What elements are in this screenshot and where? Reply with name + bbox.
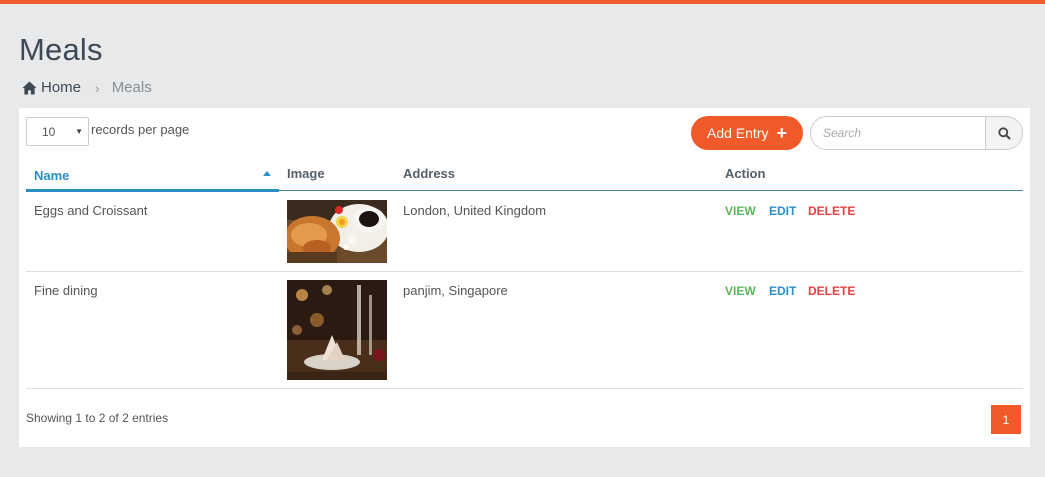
row-1-address: London, United Kingdom [403, 203, 547, 218]
row-1-name: Eggs and Croissant [34, 203, 148, 218]
home-icon [22, 80, 37, 95]
page-length-select[interactable]: 10 ▼ [26, 117, 89, 146]
sorted-column-indicator [26, 189, 279, 192]
row-2-delete-link[interactable]: DELETE [808, 284, 855, 298]
row-divider [26, 388, 1023, 389]
breadcrumb-separator-icon: › [95, 79, 100, 96]
page-length-label: records per page [91, 122, 190, 137]
search-button[interactable] [985, 117, 1022, 149]
search-icon [997, 126, 1011, 140]
page-length-value: 10 [42, 125, 56, 139]
breadcrumb-current: Meals [111, 79, 152, 96]
caret-down-icon: ▼ [75, 127, 83, 136]
search-input[interactable] [811, 117, 986, 149]
meals-table-panel: 10 ▼ records per page Add Entry + Name I… [19, 108, 1030, 447]
pagination-page-1[interactable]: 1 [991, 405, 1021, 434]
table-info: Showing 1 to 2 of 2 entries [26, 411, 169, 425]
add-entry-label: Add Entry [707, 125, 769, 141]
search-box [810, 116, 1023, 150]
row-2-address: panjim, Singapore [403, 283, 508, 298]
page-title: Meals [19, 32, 103, 67]
row-divider [26, 271, 1023, 272]
top-accent-bar [0, 0, 1045, 4]
row-1-view-link[interactable]: VIEW [725, 204, 756, 218]
row-1-image [287, 200, 387, 263]
row-2-view-link[interactable]: VIEW [725, 284, 756, 298]
row-2-image [287, 280, 387, 380]
sort-ascending-icon[interactable] [263, 171, 271, 176]
dining-table-photo-image [287, 280, 387, 380]
column-header-address[interactable]: Address [403, 166, 455, 181]
row-1-edit-link[interactable]: EDIT [769, 204, 796, 218]
add-entry-button[interactable]: Add Entry + [691, 116, 803, 150]
column-header-image: Image [287, 166, 325, 181]
column-header-action: Action [725, 166, 766, 181]
row-1-delete-link[interactable]: DELETE [808, 204, 855, 218]
breadcrumb: Home › Meals [22, 79, 152, 96]
plus-icon: + [776, 123, 787, 143]
breakfast-photo-image [287, 200, 387, 263]
row-2-edit-link[interactable]: EDIT [769, 284, 796, 298]
column-header-name[interactable]: Name [34, 168, 69, 183]
row-2-name: Fine dining [34, 283, 98, 298]
breadcrumb-home-link[interactable]: Home [41, 79, 81, 96]
